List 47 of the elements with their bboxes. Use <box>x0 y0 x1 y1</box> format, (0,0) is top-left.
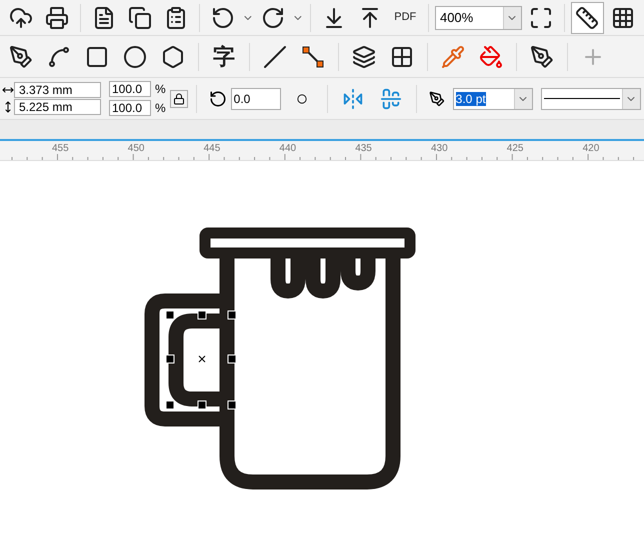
ruler-icon <box>575 6 600 30</box>
upload-icon <box>9 6 33 30</box>
pdf-export-button[interactable]: PDF <box>388 0 422 34</box>
ruler-label: 430 <box>431 142 448 156</box>
ruler-label: 425 <box>506 142 524 156</box>
ruler-label: 420 <box>582 142 600 156</box>
grid-icon <box>611 6 635 30</box>
ruler-label: 435 <box>355 142 372 156</box>
ellipse-icon <box>123 44 147 68</box>
rotation-field[interactable]: 0.0 <box>230 88 281 110</box>
curve-icon <box>47 44 71 68</box>
pen-nib-icon <box>428 90 445 106</box>
full-screen-icon <box>528 6 553 30</box>
ruler-label: 455 <box>52 142 69 156</box>
outline-width-value: 3.0 pt <box>456 92 486 106</box>
undo-icon <box>210 6 235 30</box>
print-icon <box>45 6 69 30</box>
ruler-label: 440 <box>279 142 296 156</box>
connector-icon <box>301 44 325 68</box>
width-field[interactable]: 3.373 mm <box>14 82 101 98</box>
redo-icon <box>260 6 285 30</box>
copy-icon <box>128 6 152 30</box>
dimension-icon <box>263 44 287 68</box>
scale-y-field[interactable]: 100.0 <box>109 100 151 116</box>
rulers-toggle[interactable] <box>570 2 604 34</box>
rectangle-icon <box>85 44 109 68</box>
ruler-label: 445 <box>204 142 220 156</box>
text-tool-button[interactable]: 字 <box>207 40 241 74</box>
percent-label: % <box>155 100 166 117</box>
lock-ratio-button[interactable] <box>170 90 188 108</box>
line-style-combo[interactable] <box>540 88 641 110</box>
zoom-value: 400% <box>438 8 474 26</box>
eyedropper-icon <box>441 44 465 68</box>
degree-icon <box>296 94 307 104</box>
outline-width-combo[interactable]: 3.0 pt <box>452 88 533 110</box>
pen-nib-icon <box>530 44 554 68</box>
checkerboard-icon <box>390 44 414 68</box>
fill-icon <box>479 44 503 68</box>
scale-x-field[interactable]: 100.0 <box>109 81 151 97</box>
pen-icon <box>9 44 33 68</box>
rotate-icon <box>208 90 227 108</box>
zoom-combo[interactable]: 400% <box>434 6 522 30</box>
ruler-label: 450 <box>128 142 144 156</box>
lock-icon <box>172 92 185 104</box>
polygon-icon <box>161 44 185 68</box>
percent-label: % <box>155 81 166 98</box>
height-field[interactable]: 5.225 mm <box>14 99 101 115</box>
